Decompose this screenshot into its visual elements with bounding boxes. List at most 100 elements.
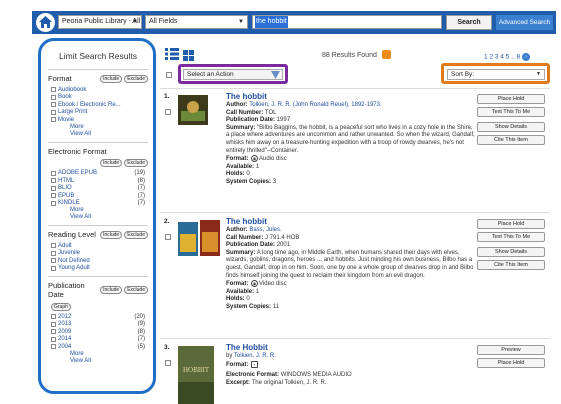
select-all-checkbox[interactable] [166, 72, 172, 78]
electronic-format-value: WINDOWS MEDIA AUDIO [280, 372, 352, 379]
search-button[interactable]: Search [446, 15, 492, 30]
facet-option[interactable]: ADOBE EPUB (19) [48, 170, 148, 178]
cite-item-button[interactable]: Cite This Item [477, 260, 545, 270]
place-hold-button[interactable]: Place Hold [477, 94, 545, 104]
more-link[interactable]: More [48, 351, 148, 358]
checkbox[interactable] [51, 250, 56, 256]
library-select[interactable]: Peoria Public Library - All ▼ [58, 15, 142, 29]
sort-select[interactable]: Sort By: ▼ [447, 69, 545, 80]
checkbox[interactable] [51, 87, 56, 93]
result-checkbox[interactable] [165, 360, 171, 366]
search-input-value: the hobbit [255, 16, 288, 28]
action-select[interactable]: Select an Action [183, 69, 283, 80]
exclude-button[interactable]: Exclude [124, 158, 148, 167]
home-button[interactable] [36, 13, 55, 32]
facet-option[interactable]: Audiobook [48, 86, 148, 94]
checkbox[interactable] [51, 243, 56, 249]
facet-option[interactable]: HTML (8) [48, 177, 148, 185]
checkbox[interactable] [51, 329, 56, 335]
pagination[interactable]: 1 2 3 4 5 .. 8 › [484, 53, 530, 61]
facet-option[interactable]: EPUB (7) [48, 192, 148, 200]
place-hold-button[interactable]: Place Hold [477, 358, 545, 368]
author-link[interactable]: Tolkien, J. R. R. [234, 353, 276, 359]
facet-option[interactable]: 2013 (9) [48, 321, 148, 329]
view-all-link[interactable]: View All [48, 214, 148, 221]
exclude-button[interactable]: Exclude [124, 230, 148, 239]
view-all-link[interactable]: View All [48, 358, 148, 365]
checkbox[interactable] [51, 258, 56, 264]
facet-option[interactable]: 2014 (7) [48, 336, 148, 344]
author-link[interactable]: Bass, Jules. [249, 227, 281, 233]
cover-image[interactable] [178, 220, 222, 258]
show-details-button[interactable]: Show Details [477, 247, 545, 257]
checkbox[interactable] [51, 321, 56, 327]
more-link[interactable]: More [48, 207, 148, 214]
facet-option[interactable]: Adult [48, 242, 148, 250]
checkbox[interactable] [51, 102, 56, 108]
author-link[interactable]: Tolkien, J. R. R. (John Ronald Reuel), 1… [249, 102, 381, 108]
next-page-icon[interactable]: › [521, 53, 530, 61]
checkbox[interactable] [51, 314, 56, 320]
list-view-icon[interactable] [165, 48, 179, 60]
facet-format: Format Include Exclude Audiobook Book Eb… [48, 69, 148, 138]
facet-option[interactable]: 2004 (5) [48, 343, 148, 351]
facet-option[interactable]: Young Adult [48, 265, 148, 273]
checkbox[interactable] [51, 109, 56, 115]
facet-option[interactable]: Book [48, 94, 148, 102]
checkbox[interactable] [51, 185, 56, 191]
include-button[interactable]: Include [100, 286, 123, 294]
facet-option[interactable]: 2012 (20) [48, 313, 148, 321]
text-to-me-button[interactable]: Text This To Me [477, 107, 545, 117]
view-all-link[interactable]: View All [48, 131, 148, 138]
checkbox[interactable] [51, 193, 56, 199]
checkbox[interactable] [51, 178, 56, 184]
checkbox[interactable] [51, 344, 56, 350]
facet-option[interactable]: Ebook / Electronic Re... [48, 101, 148, 109]
available-count: 1 [255, 163, 260, 170]
facet-option[interactable]: Large Print [48, 109, 148, 117]
rss-icon[interactable] [382, 50, 391, 59]
cite-item-button[interactable]: Cite This Item [477, 135, 545, 145]
result-details: The Hobbit by Tolkien, J. R. R. Format: … [226, 343, 476, 387]
exclude-button[interactable]: Exclude [124, 286, 148, 294]
checkbox[interactable] [51, 170, 56, 176]
result-checkbox[interactable] [165, 234, 171, 240]
result-title[interactable]: The hobbit [226, 217, 476, 227]
result-checkbox[interactable] [165, 109, 171, 115]
field-select[interactable]: All Fields ▼ [145, 15, 248, 29]
facet-heading: Format [48, 74, 72, 83]
include-button[interactable]: Include [100, 230, 123, 239]
checkbox[interactable] [51, 336, 56, 342]
cover-image[interactable]: HOBBIT [178, 346, 214, 404]
checkbox[interactable] [51, 200, 56, 206]
include-button[interactable]: Include [100, 74, 123, 83]
facet-option[interactable]: BLIO (7) [48, 185, 148, 193]
exclude-button[interactable]: Exclude [124, 74, 148, 83]
result-title[interactable]: The Hobbit [226, 343, 476, 353]
facet-option[interactable]: KINDLE (7) [48, 200, 148, 208]
option-label: Audiobook [58, 86, 87, 93]
facet-option[interactable]: Juvenile [48, 250, 148, 258]
graph-button[interactable]: Graph [51, 303, 71, 311]
search-input[interactable]: the hobbit [252, 15, 442, 29]
option-label: Young Adult [58, 265, 90, 272]
facet-option[interactable]: Movie [48, 116, 148, 124]
facet-option[interactable]: Not Defined [48, 257, 148, 265]
text-to-me-button[interactable]: Text This To Me [477, 232, 545, 242]
result-title[interactable]: The hobbit [226, 92, 476, 102]
chevron-down-icon [271, 71, 280, 79]
field-label: Format: [226, 361, 249, 368]
grid-view-icon[interactable] [183, 50, 194, 61]
checkbox[interactable] [51, 117, 56, 123]
facet-option[interactable]: 2009 (8) [48, 328, 148, 336]
cover-image[interactable] [178, 95, 208, 125]
place-hold-button[interactable]: Place Hold [477, 219, 545, 229]
preview-button[interactable]: Preview [477, 345, 545, 355]
include-button[interactable]: Include [100, 158, 123, 167]
advanced-search-button[interactable]: Advanced Search [496, 15, 553, 30]
more-link[interactable]: More [48, 124, 148, 131]
page-links[interactable]: 1 2 3 4 5 .. 8 [484, 54, 520, 61]
checkbox[interactable] [51, 265, 56, 271]
checkbox[interactable] [51, 94, 56, 100]
show-details-button[interactable]: Show Details [477, 122, 545, 132]
